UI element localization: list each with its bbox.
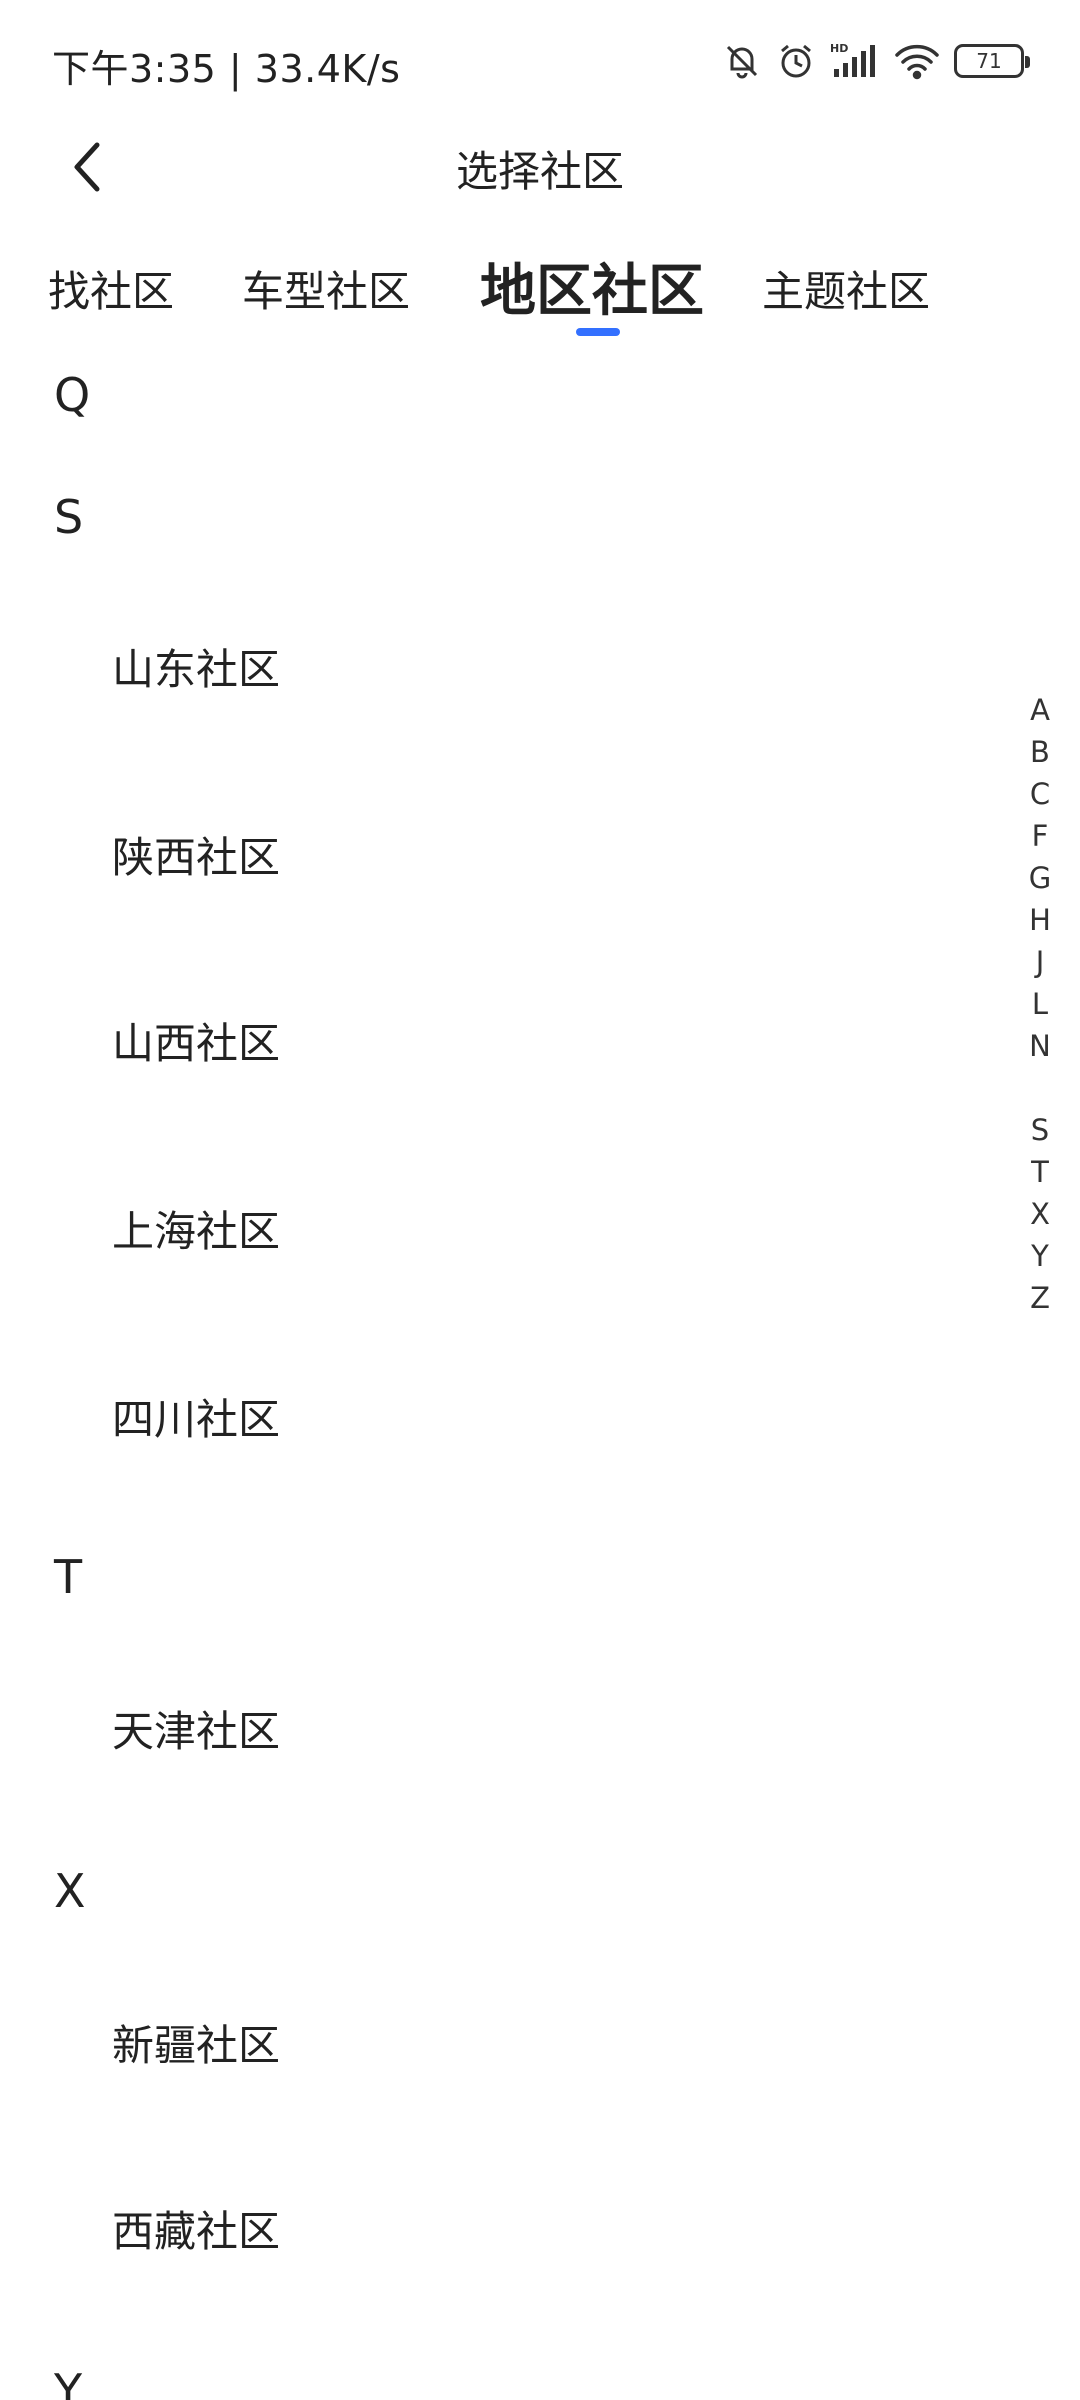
list-item[interactable]: 陕西社区 [112,824,280,885]
index-letter-t[interactable]: T [1012,1152,1068,1192]
status-bar: 下午3:35 | 33.4K/s HD 71 [0,0,1080,120]
tab-car-model-community[interactable]: 车型社区 [242,258,410,319]
tab-topic-community[interactable]: 主题社区 [762,258,930,319]
svg-text:HD: HD [830,42,848,55]
list-item[interactable]: 上海社区 [112,1198,280,1259]
index-letter-s[interactable]: S [1012,1110,1068,1150]
index-letter-a[interactable]: A [1012,690,1068,730]
list-item[interactable]: 山西社区 [112,1010,280,1071]
index-letter-n[interactable]: N [1012,1026,1068,1066]
list-item[interactable]: 山东社区 [112,636,280,697]
section-header-s: S [54,490,84,544]
index-letter-j[interactable]: J [1012,942,1068,982]
list-item[interactable]: 天津社区 [112,1698,280,1759]
index-letter-l[interactable]: L [1012,984,1068,1024]
mute-bell-icon [722,41,762,81]
index-letter-q-active[interactable]: Q [1012,1068,1068,1108]
battery-icon: 71 [954,44,1030,78]
section-header-t: T [54,1550,83,1604]
list-item[interactable]: 四川社区 [112,1386,280,1447]
battery-level: 71 [976,49,1002,73]
index-letter-g[interactable]: G [1012,858,1068,898]
index-letter-c[interactable]: C [1012,774,1068,814]
index-letter-h[interactable]: H [1012,900,1068,940]
index-letter-y[interactable]: Y [1012,1236,1068,1276]
active-tab-indicator [576,328,620,336]
status-time-speed: 下午3:35 | 33.4K/s [52,47,401,91]
index-letter-b[interactable]: B [1012,732,1068,772]
list-item[interactable]: 新疆社区 [112,2012,280,2073]
section-header-q: Q [54,368,91,422]
hd-signal-icon: HD [830,41,880,81]
tab-find-community[interactable]: 找社区 [48,258,174,319]
page-title: 选择社区 [455,147,624,196]
list-item[interactable]: 西藏社区 [112,2198,280,2259]
wifi-icon [894,41,940,81]
index-letter-x[interactable]: X [1012,1194,1068,1234]
tab-region-community[interactable]: 地区社区 [480,246,704,327]
section-header-x: X [54,1864,86,1918]
tab-bar: 找社区 车型社区 地区社区 主题社区 [0,240,1080,340]
screen: 下午3:35 | 33.4K/s HD 71 选择社区 找社区 车型社区 地区社… [0,0,1080,2400]
header: 选择社区 [0,120,1080,210]
status-icons: HD 71 [722,38,1030,84]
alarm-icon [776,41,816,81]
index-letter-z[interactable]: Z [1012,1278,1068,1318]
section-header-y: Y [54,2364,83,2400]
index-letter-f[interactable]: F [1012,816,1068,856]
